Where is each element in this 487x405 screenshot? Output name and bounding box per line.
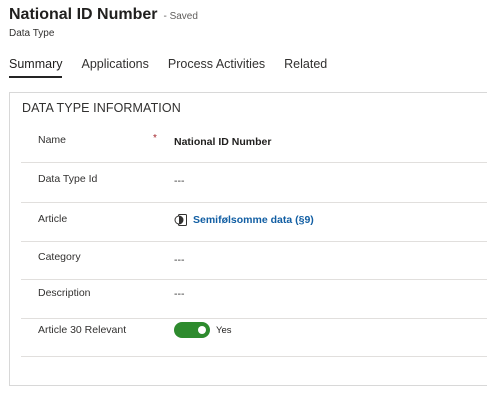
entity-type-label: Data Type (9, 28, 55, 39)
record-link-icon (174, 213, 188, 227)
field-row-name: Name * National ID Number (21, 125, 487, 163)
field-row-article-30: Article 30 Relevant Yes (21, 319, 487, 357)
tab-list: Summary Applications Process Activities … (9, 57, 346, 78)
record-header: National ID Number - Saved Data Type (9, 6, 198, 39)
field-row-data-type-id: Data Type Id --- (21, 163, 487, 203)
save-status: - Saved (163, 11, 198, 22)
tab-summary[interactable]: Summary (9, 57, 63, 78)
description-field[interactable]: --- (174, 288, 185, 300)
field-label-article-30: Article 30 Relevant (38, 324, 127, 336)
name-field[interactable]: National ID Number (174, 136, 271, 148)
tab-process-activities[interactable]: Process Activities (168, 57, 265, 78)
data-type-information-section: DATA TYPE INFORMATION Name * National ID… (9, 92, 487, 386)
field-row-category: Category --- (21, 242, 487, 280)
field-list: Name * National ID Number Data Type Id -… (21, 125, 487, 357)
article-lookup-link[interactable]: Semifølsomme data (§9) (174, 213, 314, 227)
field-label-data-type-id: Data Type Id (38, 173, 98, 185)
section-title: DATA TYPE INFORMATION (22, 101, 181, 115)
field-label-name: Name (38, 134, 67, 146)
field-row-description: Description --- (21, 280, 487, 319)
field-label-description: Description (38, 287, 91, 299)
tab-related[interactable]: Related (284, 57, 327, 78)
tab-applications[interactable]: Applications (81, 57, 148, 78)
required-indicator: * (153, 133, 157, 144)
toggle-knob (198, 326, 206, 334)
title-row: National ID Number - Saved (9, 6, 198, 24)
article-30-toggle-field: Yes (174, 322, 232, 338)
field-label-article: Article (38, 213, 68, 225)
field-row-article: Article Semifølsomme data (§9) (21, 203, 487, 242)
toggle-value-text: Yes (216, 324, 232, 336)
data-type-id-field[interactable]: --- (174, 175, 185, 187)
field-label-category: Category (38, 251, 81, 263)
article-link-text: Semifølsomme data (§9) (193, 214, 314, 226)
article-30-toggle[interactable] (174, 322, 210, 338)
category-field[interactable]: --- (174, 254, 185, 266)
record-title: National ID Number (9, 6, 158, 23)
